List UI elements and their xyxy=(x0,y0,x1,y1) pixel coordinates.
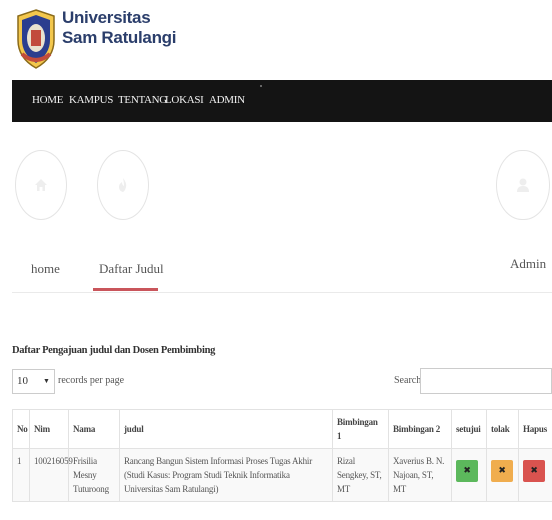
cell-bimbingan-1: Rizal Sengkey, ST, MT xyxy=(332,448,389,502)
col-header-bimbingan-2[interactable]: Bimbingan 2 xyxy=(388,409,452,449)
admin-circle-button[interactable] xyxy=(496,150,550,220)
submissions-table: No Nim Nama judul Bimbingan 1 Bimbingan … xyxy=(12,409,552,502)
user-icon xyxy=(517,178,529,192)
section-title: Daftar Pengajuan judul dan Dosen Pembimb… xyxy=(12,345,216,356)
search-input[interactable] xyxy=(420,368,552,394)
daftar-judul-circle-button[interactable] xyxy=(97,150,149,220)
cell-no: 1 xyxy=(12,448,30,502)
university-logo-icon[interactable] xyxy=(14,8,58,70)
cell-hapus: ✖ xyxy=(518,448,552,502)
nav-kampus[interactable]: KAMPUS xyxy=(69,94,113,106)
records-per-page-select[interactable]: 10 ▼ xyxy=(12,369,55,394)
col-header-hapus[interactable]: Hapus xyxy=(518,409,552,449)
cell-setujui: ✖ xyxy=(451,448,487,502)
main-navbar: HOME KAMPUS TENTANG LOKASI ADMIN xyxy=(12,80,552,122)
cell-bimbingan-2: Xaverius B. N. Najoan, ST, MT xyxy=(388,448,452,502)
home-circle-button[interactable] xyxy=(15,150,67,220)
approve-button[interactable]: ✖ xyxy=(456,460,478,482)
records-per-page-value: 10 xyxy=(17,375,28,387)
cell-nim: 100216059 xyxy=(29,448,73,502)
table-header-row: No Nim Nama judul Bimbingan 1 Bimbingan … xyxy=(12,409,552,449)
site-brand[interactable]: Universitas Sam Ratulangi xyxy=(62,8,176,48)
brand-line-1: Universitas xyxy=(62,8,151,27)
col-header-no[interactable]: No xyxy=(12,409,30,449)
col-header-setujui[interactable]: setujui xyxy=(451,409,487,449)
col-header-bimbingan-1[interactable]: Bimbingan 1 xyxy=(332,409,389,449)
reject-button[interactable]: ✖ xyxy=(491,460,513,482)
fire-icon xyxy=(119,178,127,192)
nav-lokasi[interactable]: LOKASI xyxy=(165,94,204,106)
cell-tolak: ✖ xyxy=(486,448,519,502)
cell-judul: Rancang Bangun Sistem Informasi Proses T… xyxy=(119,448,333,502)
col-header-nama[interactable]: Nama xyxy=(68,409,120,449)
nav-home[interactable]: HOME xyxy=(32,94,64,106)
col-header-nim[interactable]: Nim xyxy=(29,409,69,449)
delete-button[interactable]: ✖ xyxy=(523,460,545,482)
cell-nama: Frisilia Mesny Tuturoong xyxy=(68,448,120,502)
menu-label-admin[interactable]: Admin xyxy=(510,256,546,272)
records-per-page-label: records per page xyxy=(58,375,125,386)
nav-tentang[interactable]: TENTANG xyxy=(118,94,167,106)
table-row: 1 100216059 Frisilia Mesny Tuturoong Ran… xyxy=(12,448,552,502)
brand-line-2: Sam Ratulangi xyxy=(62,28,177,47)
site-header: Universitas Sam Ratulangi xyxy=(0,0,552,80)
menu-label-daftar-judul[interactable]: Daftar Judul xyxy=(99,261,164,277)
menu-divider xyxy=(12,292,552,293)
home-icon xyxy=(35,179,47,191)
menu-label-home[interactable]: home xyxy=(31,261,60,277)
active-tab-indicator xyxy=(93,288,158,291)
nav-divider-dot xyxy=(260,85,262,87)
col-header-tolak[interactable]: tolak xyxy=(486,409,519,449)
chevron-down-icon: ▼ xyxy=(43,377,50,385)
nav-admin[interactable]: ADMIN xyxy=(209,94,245,106)
col-header-judul[interactable]: judul xyxy=(119,409,333,449)
